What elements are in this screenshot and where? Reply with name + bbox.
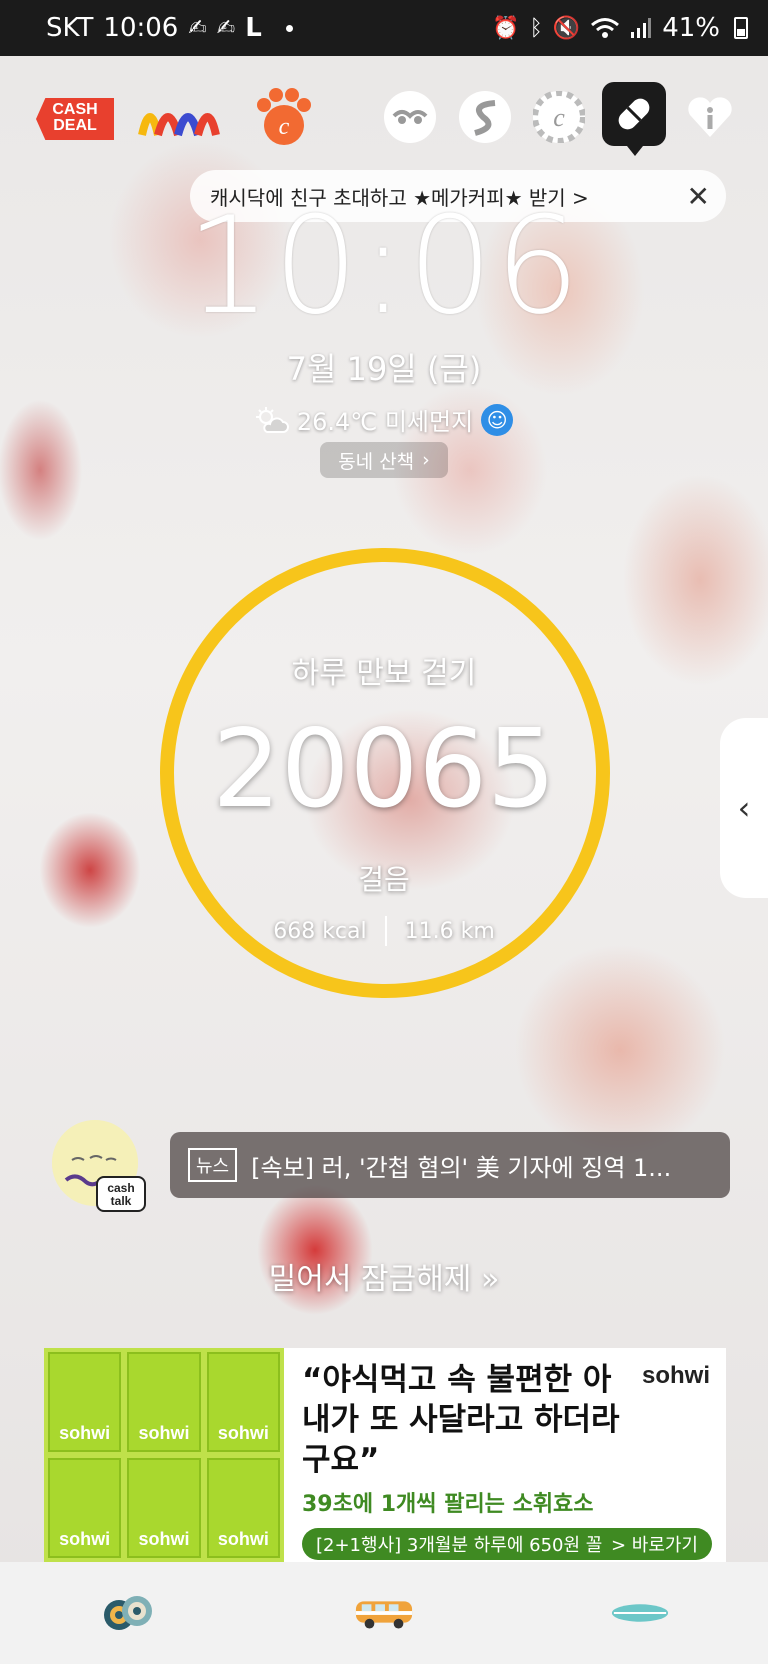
weather-info[interactable]: 26.4℃ 미세먼지 ☺ [0, 402, 768, 437]
chevron-left-icon: ‹ [737, 789, 751, 827]
news-tag: 뉴스 [188, 1148, 238, 1182]
neighborhood-walk-button[interactable]: 동네 산책 › [320, 442, 448, 478]
cashtalk-avatar[interactable]: cash talk [52, 1120, 146, 1212]
product-box: sohwi [206, 1352, 280, 1452]
ad-cta-text: [2+1행사] 3개월분 하루에 650원 꼴 [316, 1535, 603, 1556]
stats-divider [384, 916, 387, 946]
ad-headline: “야식먹고 속 불편한 아내가 또 사달라고 하더라구요” [302, 1362, 620, 1478]
coin-c-app-icon[interactable]: c [533, 91, 585, 143]
l-icon: L [245, 13, 262, 43]
top-app-icons: CASH DEAL c c [0, 82, 768, 156]
notification-icon: ✍ [188, 15, 207, 41]
surfboard-icon[interactable] [610, 1593, 670, 1633]
alarm-icon: ⏰ [492, 15, 520, 41]
news-ticker[interactable]: 뉴스 [속보] 러, '간첩 혐의' 美 기자에 징역 1... [170, 1132, 730, 1198]
pill-app-icon[interactable] [602, 82, 666, 156]
step-unit: 걸음 [358, 863, 410, 896]
edge-panel-handle[interactable]: ‹ [720, 718, 768, 898]
double-chevron-right-icon: » [480, 1262, 500, 1297]
smiley-face-icon: ☺ [481, 403, 514, 436]
distance-value: 11.6 km [404, 918, 495, 944]
battery-percent: 41% [662, 13, 720, 43]
cashdeal-app-icon[interactable]: CASH DEAL [36, 98, 114, 140]
wifi-icon [591, 18, 620, 38]
svg-text:c: c [553, 103, 565, 132]
cashtalk-badge: cash talk [96, 1176, 146, 1212]
product-box: sohwi [127, 1458, 201, 1558]
mute-icon: 🔇 [552, 15, 581, 41]
partly-cloudy-icon [255, 406, 289, 433]
ad-product-image: sohwi sohwi sohwi sohwi sohwi sohwi [44, 1348, 284, 1562]
svg-text:c: c [279, 114, 290, 140]
lock-clock: 10:06 [185, 188, 583, 344]
product-box: sohwi [48, 1352, 122, 1452]
swirl-app-icon[interactable] [459, 91, 511, 143]
ad-body: sohwi “야식먹고 속 불편한 아내가 또 사달라고 하더라구요” 39초에… [284, 1348, 726, 1562]
calories-value: 668 kcal [273, 918, 367, 944]
heart-info-app-icon[interactable] [684, 82, 736, 152]
chevron-right-icon: › [422, 449, 430, 471]
signal-icon [631, 18, 652, 38]
product-box: sohwi [127, 1352, 201, 1452]
bottom-nav [0, 1562, 768, 1664]
step-stats: 668 kcal 11.6 km [0, 916, 768, 946]
van-icon[interactable] [354, 1593, 414, 1633]
weather-text: 26.4℃ 미세먼지 [296, 408, 474, 436]
ad-subtitle: 39초에 1개씩 팔리는 소휘효소 [302, 1492, 594, 1517]
eyes-icon[interactable] [98, 1593, 158, 1633]
colorful-arches-app-icon[interactable] [138, 82, 220, 152]
ad-cta-link: > 바로가기 [610, 1535, 698, 1556]
news-headline: [속보] 러, '간첩 혐의' 美 기자에 징역 1... [251, 1153, 672, 1182]
more-notifications-dot [285, 24, 293, 32]
bluetooth-icon: ᛒ [529, 15, 543, 41]
notification-icon-2: ✍ [216, 15, 236, 41]
lock-date: 7월 19일 (금) [286, 350, 482, 388]
battery-icon [734, 17, 748, 39]
neighborhood-walk-label: 동네 산책 [338, 450, 415, 473]
product-box: sohwi [48, 1458, 122, 1558]
product-box: sohwi [206, 1458, 280, 1558]
swipe-to-unlock-label: 밀어서 잠금해제 [268, 1262, 472, 1297]
step-goal-title: 하루 만보 걷기 [291, 656, 477, 691]
carrier-label: SKT [46, 13, 94, 43]
face-app-icon[interactable] [384, 91, 436, 143]
step-count: 20065 [212, 707, 556, 832]
ad-brand: sohwi [641, 1362, 710, 1389]
ad-cta-button[interactable]: [2+1행사] 3개월분 하루에 650원 꼴 > 바로가기 [302, 1528, 712, 1560]
ad-banner[interactable]: sohwi sohwi sohwi sohwi sohwi sohwi sohw… [44, 1348, 726, 1562]
swipe-to-unlock[interactable]: 밀어서 잠금해제 » [0, 1254, 768, 1298]
paw-c-app-icon[interactable]: c [252, 82, 316, 152]
status-time: 10:06 [103, 13, 179, 43]
status-bar: SKT 10:06 ✍ ✍ L ⏰ ᛒ 🔇 41% [0, 0, 768, 56]
